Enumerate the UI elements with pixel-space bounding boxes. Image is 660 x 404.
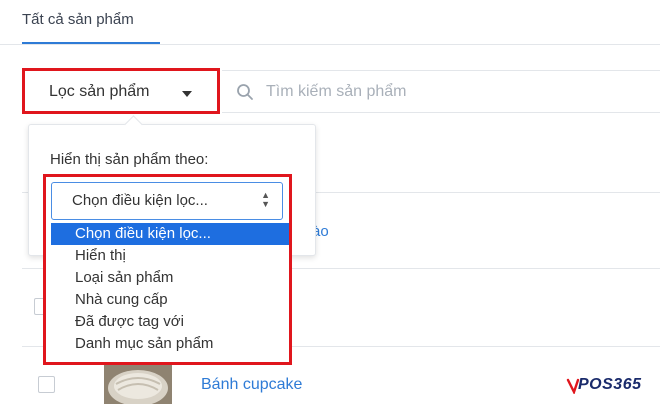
pos365-logo: POS365 xyxy=(566,374,650,396)
logo-text: POS365 xyxy=(578,376,642,393)
filter-label: Lọc sản phẩm xyxy=(49,83,150,100)
tab-label: Tất cả sản phẩm xyxy=(22,11,134,28)
condition-dropdown: Chọn điều kiện lọc... ▲ ▼ Chọn điều kiện … xyxy=(43,174,292,365)
caret-down-icon xyxy=(182,91,192,97)
search-icon xyxy=(237,84,253,100)
option-choose-condition[interactable]: Chọn điều kiện lọc... xyxy=(51,223,289,245)
panel-pointer xyxy=(124,115,143,134)
option-product-type[interactable]: Loại sản phẩm xyxy=(51,267,289,289)
select-value: Chọn điều kiện lọc... xyxy=(72,192,208,209)
panel-title: Hiển thị sản phẩm theo: xyxy=(50,151,209,168)
condition-select[interactable]: Chọn điều kiện lọc... ▲ ▼ xyxy=(51,182,283,220)
search-input[interactable] xyxy=(264,79,648,105)
filter-products-button[interactable]: Lọc sản phẩm xyxy=(22,68,220,114)
option-display[interactable]: Hiển thị xyxy=(51,245,289,267)
select-arrows-icon: ▲ ▼ xyxy=(261,190,270,209)
option-supplier[interactable]: Nhà cung cấp xyxy=(51,289,289,311)
option-list: Chọn điều kiện lọc... Hiển thị Loại sản … xyxy=(51,223,289,355)
search-bar xyxy=(222,70,660,113)
tab-divider xyxy=(0,44,660,45)
option-tagged-with[interactable]: Đã được tag với xyxy=(51,311,289,333)
product-name-link[interactable]: Bánh cupcake xyxy=(201,376,302,394)
option-product-category[interactable]: Danh mục sản phẩm xyxy=(51,333,289,355)
product-thumbnail xyxy=(104,360,172,404)
row-checkbox[interactable] xyxy=(38,376,55,393)
tab-all-products[interactable]: Tất cả sản phẩm xyxy=(22,7,160,45)
